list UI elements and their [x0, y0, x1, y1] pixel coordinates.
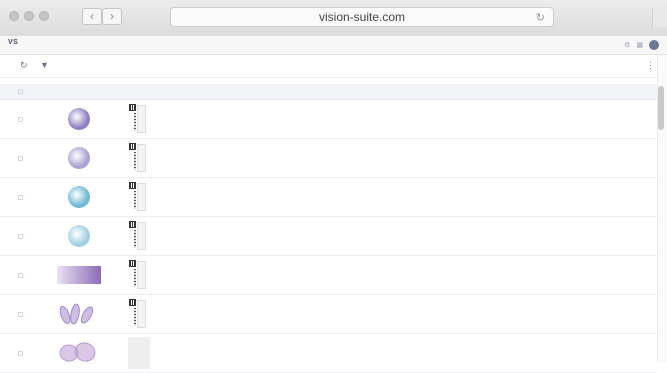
- media-thumbnail[interactable]: [54, 106, 104, 132]
- table-row[interactable]: [0, 139, 657, 178]
- tab-overview-button[interactable]: [652, 8, 667, 27]
- slide-label-image[interactable]: [128, 259, 150, 291]
- header-actions: ⚙ ▦: [618, 39, 659, 51]
- back-button[interactable]: ‹: [82, 8, 102, 25]
- table-header: [0, 84, 657, 100]
- table-row[interactable]: [0, 100, 657, 139]
- media-table: [0, 84, 657, 373]
- close-window-button[interactable]: [9, 11, 19, 21]
- media-thumbnail[interactable]: [54, 301, 104, 327]
- user-avatar[interactable]: [649, 40, 659, 50]
- sample-image: [68, 225, 90, 247]
- sample-image: [68, 186, 90, 208]
- grid-icon[interactable]: ▦: [636, 41, 643, 49]
- media-thumbnail[interactable]: [54, 223, 104, 249]
- sample-image: [57, 266, 101, 284]
- media-thumbnail[interactable]: [54, 184, 104, 210]
- slide-label-image[interactable]: [128, 181, 150, 213]
- slide-label-image[interactable]: [128, 142, 150, 174]
- row-checkbox[interactable]: [18, 117, 23, 122]
- media-thumbnail[interactable]: [54, 262, 104, 288]
- forward-button[interactable]: ›: [102, 8, 122, 25]
- address-bar[interactable]: vision-suite.com ↻: [170, 7, 554, 27]
- row-checkbox[interactable]: [18, 234, 23, 239]
- sample-image: [59, 303, 94, 325]
- media-thumbnail[interactable]: [54, 145, 104, 171]
- list-toolbar: ↻ ▼ ⋮: [0, 55, 667, 78]
- settings-icon[interactable]: ⚙: [624, 41, 630, 49]
- media-thumbnail[interactable]: [54, 340, 104, 366]
- select-all-checkbox[interactable]: [18, 89, 23, 94]
- app-header: VS ⚙ ▦: [0, 36, 667, 55]
- row-checkbox[interactable]: [18, 156, 23, 161]
- table-row[interactable]: [0, 178, 657, 217]
- sample-image: [59, 342, 96, 362]
- app-logo[interactable]: VS: [8, 39, 18, 46]
- slide-label-image[interactable]: [128, 103, 150, 135]
- slide-label-image[interactable]: [128, 298, 150, 330]
- minimize-window-button[interactable]: [24, 11, 34, 21]
- sample-image: [68, 147, 90, 169]
- row-checkbox[interactable]: [18, 195, 23, 200]
- row-checkbox[interactable]: [18, 312, 23, 317]
- scrollbar-thumb[interactable]: [658, 86, 664, 130]
- row-checkbox[interactable]: [18, 351, 23, 356]
- table-row[interactable]: [0, 334, 657, 373]
- url-text: vision-suite.com: [318, 10, 406, 24]
- table-row[interactable]: [0, 256, 657, 295]
- refresh-icon[interactable]: ↻: [20, 60, 28, 71]
- browser-toolbar: ‹ › vision-suite.com ↻: [0, 0, 667, 37]
- table-row[interactable]: [0, 217, 657, 256]
- zoom-window-button[interactable]: [39, 11, 49, 21]
- reload-icon[interactable]: ↻: [536, 9, 545, 27]
- slide-label-image[interactable]: [128, 220, 150, 252]
- table-row[interactable]: [0, 295, 657, 334]
- more-menu-icon[interactable]: ⋮: [646, 60, 655, 71]
- row-checkbox[interactable]: [18, 273, 23, 278]
- filter-icon[interactable]: ▼: [40, 60, 49, 70]
- slide-label-image[interactable]: [128, 337, 150, 369]
- sample-image: [68, 108, 90, 130]
